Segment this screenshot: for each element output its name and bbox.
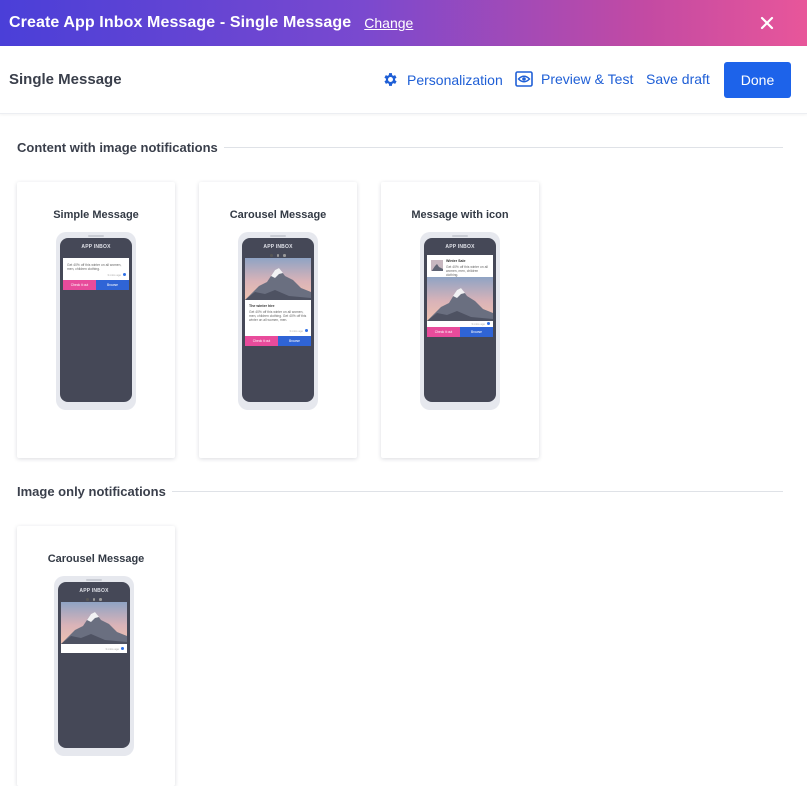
notification-icon	[431, 259, 443, 271]
timestamp: 3 mins ago	[105, 647, 119, 651]
personalization-button[interactable]: Personalization	[382, 71, 503, 88]
unread-dot-icon	[123, 273, 126, 276]
phone-mockup: APP INBOX The winter hire Get 40% off th…	[238, 232, 318, 410]
notification-text: Get 40% off this winter on all women, me…	[446, 265, 488, 278]
card-title: Carousel Message	[229, 209, 327, 221]
mountain-image	[61, 602, 127, 644]
section-title: Content with image notifications	[17, 140, 218, 155]
section-title: Image only notifications	[17, 484, 166, 499]
phone-mockup: APP INBOX Winter Sale Get 40% off this w…	[420, 232, 500, 410]
page-title: Single Message	[9, 71, 122, 88]
section-divider	[171, 491, 783, 492]
mountain-image	[427, 277, 493, 321]
preview-test-button[interactable]: Preview & Test	[515, 71, 633, 87]
toolbar: Single Message Personalization Preview &…	[0, 46, 807, 114]
unread-dot-icon	[121, 647, 124, 650]
notification-title: The winter hire	[249, 304, 275, 308]
inbox-label: APP INBOX	[263, 244, 293, 250]
modal-title: Create App Inbox Message - Single Messag…	[9, 14, 352, 31]
save-draft-button[interactable]: Save draft	[646, 71, 710, 87]
change-link[interactable]: Change	[364, 15, 413, 31]
card-title: Carousel Message	[47, 553, 145, 565]
personalization-label: Personalization	[407, 71, 503, 88]
template-card-simple-message[interactable]: Simple Message APP INBOX Get 40% off thi…	[17, 182, 175, 458]
cta-secondary: Browse	[96, 280, 129, 290]
template-card-message-with-icon[interactable]: Message with icon APP INBOX Winter Sale …	[381, 182, 539, 458]
close-icon[interactable]	[755, 11, 779, 35]
cta-primary: Check it out	[427, 327, 460, 337]
timestamp: 3 mins ago	[471, 322, 485, 326]
section-header-content-with-image: Content with image notifications	[17, 140, 783, 155]
eye-icon	[515, 71, 533, 87]
inbox-label: APP INBOX	[445, 244, 475, 250]
notification-text: Get 40% off this winter on all women, me…	[249, 310, 307, 323]
carousel-dots	[242, 254, 314, 257]
card-title: Simple Message	[53, 209, 139, 221]
carousel-dots	[58, 598, 130, 601]
cta-secondary: Browse	[460, 327, 493, 337]
card-title: Message with icon	[411, 209, 509, 221]
template-card-carousel-message[interactable]: Carousel Message APP INBOX The winter hi…	[199, 182, 357, 458]
timestamp: 3 mins ago	[107, 273, 121, 277]
unread-dot-icon	[487, 322, 490, 325]
section-divider	[223, 147, 783, 148]
phone-mockup: APP INBOX Get 40% off this winter on all…	[56, 232, 136, 410]
inbox-label: APP INBOX	[79, 588, 109, 594]
gear-icon	[384, 73, 397, 86]
modal-header: Create App Inbox Message - Single Messag…	[0, 0, 807, 46]
timestamp: 3 mins ago	[289, 329, 303, 333]
phone-mockup: APP INBOX 3 mins ago	[54, 576, 134, 756]
template-card-image-carousel[interactable]: Carousel Message APP INBOX 3 mins ago	[17, 526, 175, 786]
section-header-image-only: Image only notifications	[17, 484, 783, 499]
inbox-label: APP INBOX	[81, 244, 111, 250]
notification-title: Winter Sale	[446, 259, 466, 263]
unread-dot-icon	[305, 329, 308, 332]
done-button[interactable]: Done	[724, 62, 791, 98]
cta-primary: Check it out	[63, 280, 96, 290]
notification-text: Get 40% off this winter on all women, me…	[67, 263, 122, 272]
cta-primary: Check it out	[245, 336, 278, 346]
cta-secondary: Browse	[278, 336, 311, 346]
preview-test-label: Preview & Test	[541, 71, 634, 87]
mountain-image	[245, 258, 311, 300]
